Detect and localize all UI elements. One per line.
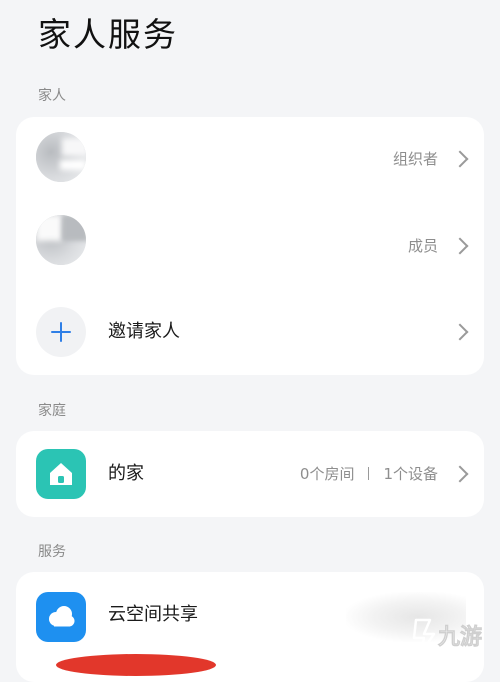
home-card: 的家 0个房间 1个设备 [16,431,484,517]
invite-family-label: 邀请家人 [108,321,180,342]
section-label-service: 服务 [38,544,66,560]
red-blob [56,654,216,676]
watermark-text: 九游 [437,624,482,650]
family-card: 组织者 成员 邀请家人 [16,117,484,375]
section-label-family: 家人 [38,88,66,104]
device-count: 1个设备 [383,465,438,483]
home-meta: 0个房间 1个设备 [300,464,438,484]
meta-divider [368,467,370,480]
member-role: 成员 [407,237,438,255]
chevron-right-icon [451,237,469,255]
section-label-home: 家庭 [38,403,66,419]
cloud-share-label: 云空间共享 [108,604,198,625]
avatar [36,215,86,265]
redacted-name [86,203,276,283]
member-role: 组织者 [392,150,438,168]
avatar [36,132,86,182]
invite-family-row[interactable]: 邀请家人 [16,289,484,375]
room-count: 0个房间 [299,465,355,483]
home-row[interactable]: 的家 0个房间 1个设备 [16,431,484,517]
watermark-logo: 九游 [408,612,496,658]
home-icon [36,449,86,499]
member-row-member[interactable]: 成员 [16,203,484,289]
chevron-right-icon [451,465,469,483]
chevron-right-icon [451,150,469,168]
chevron-right-icon [451,323,469,341]
page-title: 家人服务 [38,15,178,54]
plus-icon [36,307,86,357]
member-row-organizer[interactable]: 组织者 [16,117,484,203]
redacted-name [86,117,276,197]
home-name: 的家 [108,463,144,484]
cloud-icon [36,592,86,642]
